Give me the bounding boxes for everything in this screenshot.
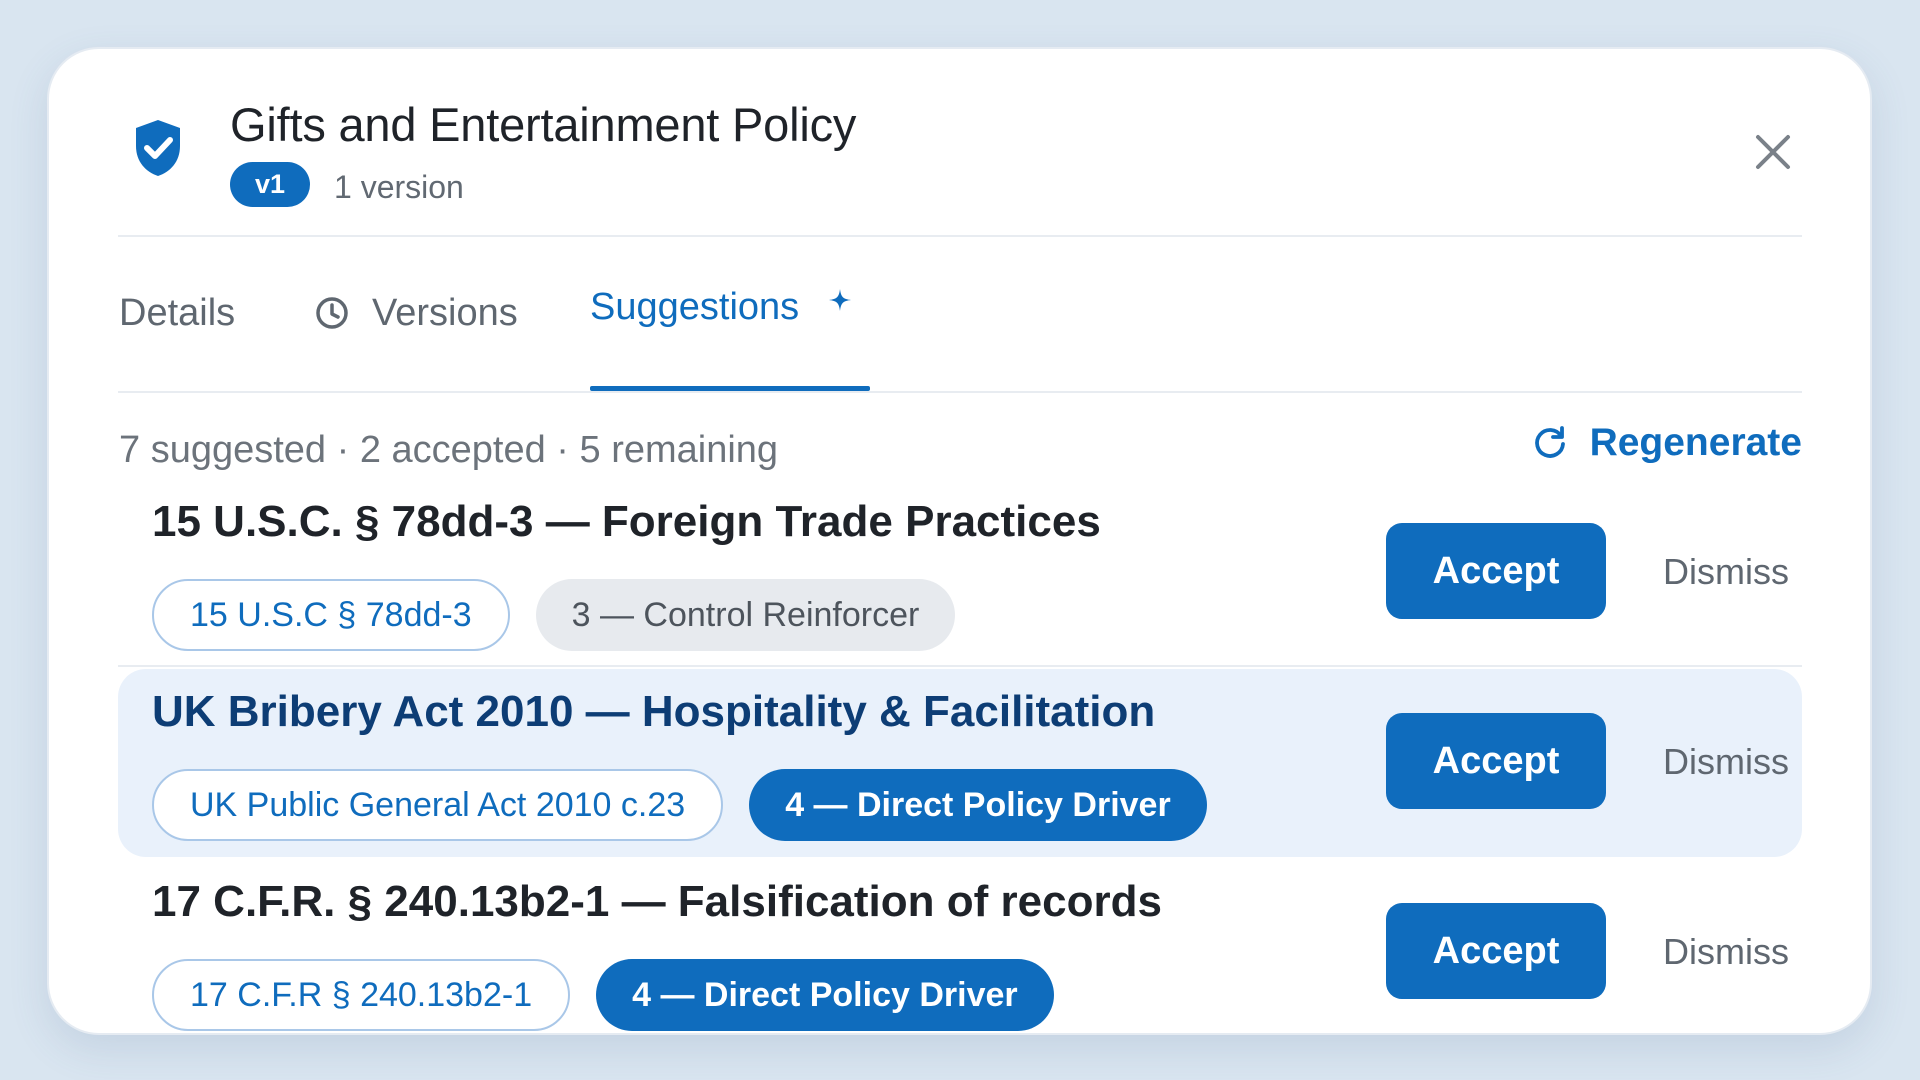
shield-check-icon: [136, 120, 180, 176]
active-tab-indicator: [590, 386, 870, 391]
regenerate-button[interactable]: Regenerate: [1532, 421, 1802, 465]
rank-chip: 3 — Control Reinforcer: [535, 579, 956, 651]
version-badge: v1: [230, 162, 310, 207]
tab-versions[interactable]: Versions: [314, 273, 518, 353]
dialog-header: Gifts and Entertainment Policy v1 1 vers…: [118, 49, 1802, 237]
suggestion-title: 15 U.S.C. § 78dd-3 — Foreign Trade Pract…: [152, 497, 1101, 546]
refresh-icon: [1534, 426, 1565, 458]
citation-chip[interactable]: 17 C.F.R § 240.13b2-1: [152, 959, 571, 1031]
rank-chip: 4 — Direct Policy Driver: [749, 769, 1207, 841]
close-icon[interactable]: [1750, 129, 1796, 175]
citation-chip[interactable]: UK Public General Act 2010 c.23: [152, 769, 724, 841]
dismiss-button[interactable]: Dismiss: [1628, 907, 1824, 997]
tab-details[interactable]: Details: [119, 273, 235, 353]
suggestion-title: 17 C.F.R. § 240.13b2-1 — Falsification o…: [152, 877, 1162, 926]
tab-bar: Details Versions Suggestions: [118, 237, 1802, 393]
suggestion-tags: 15 U.S.C § 78dd-3 3 — Control Reinforcer: [152, 579, 956, 651]
tab-details-label: Details: [119, 291, 236, 334]
policy-dialog: Gifts and Entertainment Policy v1 1 vers…: [47, 47, 1872, 1035]
suggestion-tags: 17 C.F.R § 240.13b2-1 4 — Direct Policy …: [152, 959, 1054, 1031]
citation-chip[interactable]: 15 U.S.C § 78dd-3: [152, 579, 510, 651]
dismiss-button[interactable]: Dismiss: [1628, 717, 1824, 807]
suggestion-tags: UK Public General Act 2010 c.23 4 — Dire…: [152, 769, 1207, 841]
suggestion-row: UK Bribery Act 2010 — Hospitality & Faci…: [118, 669, 1802, 857]
rank-chip: 4 — Direct Policy Driver: [596, 959, 1054, 1031]
accept-button[interactable]: Accept: [1386, 903, 1606, 999]
tab-suggestions-label: Suggestions: [590, 285, 800, 328]
accept-button[interactable]: Accept: [1386, 713, 1606, 809]
suggestion-row: 15 U.S.C. § 78dd-3 — Foreign Trade Pract…: [118, 479, 1802, 667]
tab-suggestions[interactable]: Suggestions: [590, 267, 852, 347]
sparkle-icon: [829, 289, 852, 311]
regenerate-label: Regenerate: [1589, 421, 1802, 464]
clock-icon: [316, 297, 348, 329]
suggestion-row: 17 C.F.R. § 240.13b2-1 — Falsification o…: [118, 859, 1802, 1047]
suggestion-title: UK Bribery Act 2010 — Hospitality & Faci…: [152, 687, 1156, 736]
tab-versions-label: Versions: [372, 291, 518, 334]
page-title: Gifts and Entertainment Policy: [230, 98, 857, 151]
dismiss-button[interactable]: Dismiss: [1628, 527, 1824, 617]
accept-button[interactable]: Accept: [1386, 523, 1606, 619]
suggestions-summary: 7 suggested · 2 accepted · 5 remaining: [119, 429, 779, 471]
version-count: 1 version: [334, 169, 464, 205]
